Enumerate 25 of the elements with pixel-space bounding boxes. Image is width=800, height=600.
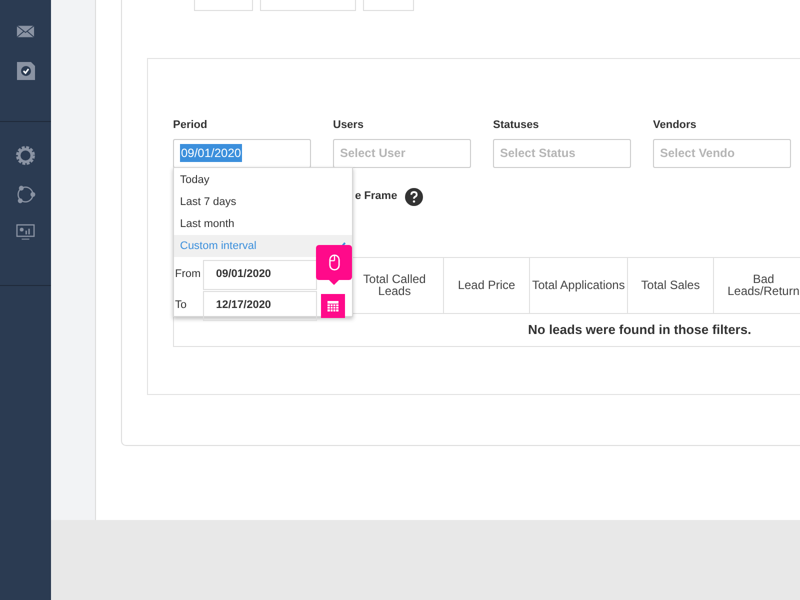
monitor-chart-icon[interactable] — [16, 223, 35, 242]
column-header: Total Applications — [530, 258, 628, 312]
calendar-icon — [327, 300, 339, 312]
filter-label: Statuses — [493, 118, 540, 133]
period-option[interactable]: Today — [174, 169, 352, 191]
time-frame-label: e Frame — [355, 189, 398, 204]
calendar-button[interactable] — [321, 294, 345, 318]
help-icon[interactable] — [405, 188, 424, 206]
filter-label: Vendors — [653, 118, 698, 133]
from-date-field[interactable]: 09/01/2020 — [203, 260, 317, 290]
filter-label: Users — [333, 118, 365, 133]
settings-icon[interactable] — [15, 145, 36, 166]
period-option[interactable]: Last month — [174, 213, 352, 235]
mouse-icon — [328, 254, 340, 271]
to-date-field[interactable]: 12/17/2020 — [203, 290, 317, 320]
filter-label: Period — [173, 118, 208, 133]
empty-message: No leads were found in those filters. — [528, 320, 752, 339]
column-header: Lead Price — [444, 258, 530, 312]
share-icon[interactable] — [15, 184, 36, 205]
to-label: To — [174, 298, 188, 314]
task-check-icon[interactable] — [16, 61, 36, 81]
column-header: Total Sales — [628, 258, 714, 312]
from-label: From — [174, 267, 202, 282]
period-option[interactable]: Last 7 days — [174, 191, 352, 213]
column-header: Bad Leads/Return — [714, 258, 800, 312]
